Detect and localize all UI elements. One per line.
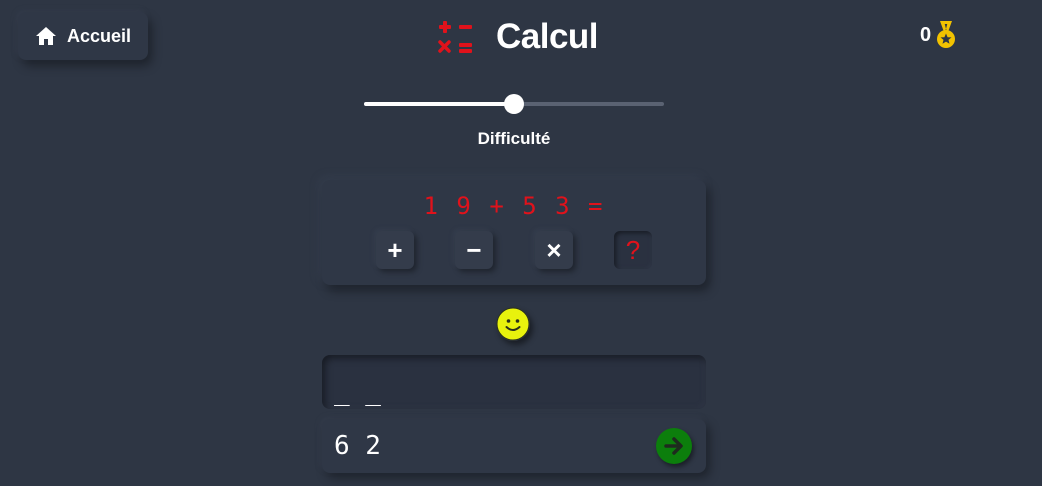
home-button[interactable]: Accueil <box>18 12 148 60</box>
operation-add-button[interactable]: + <box>376 231 414 269</box>
score-display: 0 <box>920 20 957 50</box>
answer-input[interactable]: 6 2 <box>334 431 381 461</box>
slider-thumb[interactable] <box>504 94 524 114</box>
answer-display: _ _ <box>322 355 706 409</box>
difficulty-label: Difficulté <box>477 129 551 148</box>
calculator-operators-icon <box>438 21 472 53</box>
smiley-icon <box>496 307 530 341</box>
answer-slots: _ _ <box>334 377 381 407</box>
operation-subtract-button[interactable]: − <box>455 231 493 269</box>
medal-icon <box>937 21 956 48</box>
home-label: Accueil <box>66 25 132 46</box>
problem-expression: 1 9 + 5 3 = <box>423 192 605 220</box>
answer-input-row: 6 2 <box>322 419 706 473</box>
submit-button[interactable] <box>656 428 692 464</box>
operation-multiply-button[interactable]: × <box>535 231 573 269</box>
difficulty-slider[interactable] <box>364 94 664 114</box>
home-icon <box>35 27 56 45</box>
arrow-right-icon <box>664 437 683 455</box>
score-value: 0 <box>920 23 932 46</box>
page: Accueil Calcul 0 Difficulté 1 9 + 5 3 = … <box>0 0 1042 486</box>
app-title: Calcul <box>436 14 599 60</box>
page-title: Calcul <box>496 17 599 56</box>
operation-random-button[interactable]: ? <box>614 231 652 269</box>
slider-fill <box>364 102 514 106</box>
problem-card: 1 9 + 5 3 = + − × ? <box>322 180 706 285</box>
